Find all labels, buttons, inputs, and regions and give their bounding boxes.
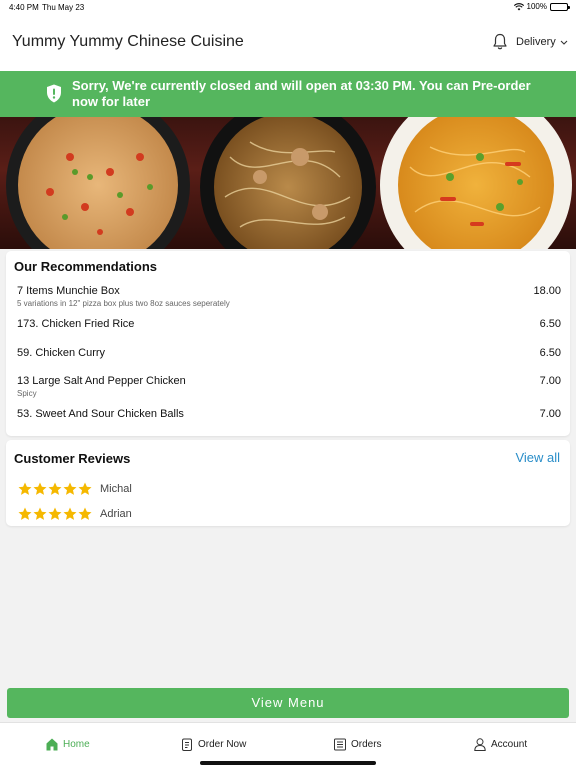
orders-list-icon [334, 738, 346, 751]
menu-item-desc: Spicy [17, 389, 37, 398]
star-rating [18, 507, 92, 521]
tab-order-now[interactable]: Order Now [181, 738, 246, 751]
status-date: Thu May 23 [42, 3, 85, 12]
menu-item-name: 13 Large Salt And Pepper Chicken [17, 375, 186, 387]
chevron-down-icon [560, 40, 568, 45]
star-icon [63, 507, 77, 520]
menu-item-price: 18.00 [533, 285, 561, 297]
view-menu-button[interactable]: View Menu [7, 688, 569, 718]
star-icon [18, 482, 32, 495]
star-icon [78, 507, 92, 520]
menu-item-name: 59. Chicken Curry [17, 347, 106, 359]
status-right: 100% [513, 2, 570, 11]
view-all-link[interactable]: View all [515, 450, 560, 465]
menu-item-name: 53. Sweet And Sour Chicken Balls [17, 408, 184, 420]
reviewer-name: Michal [100, 483, 132, 495]
hero-food-image [0, 117, 576, 249]
tab-orders-label: Orders [351, 739, 382, 750]
status-time: 4:40 PM [9, 3, 39, 12]
person-icon [474, 738, 486, 751]
reviewer-name: Adrian [100, 508, 132, 520]
menu-item-desc: 5 variations in 12" pizza box plus two 8… [17, 299, 230, 308]
tab-order-now-label: Order Now [198, 739, 247, 750]
menu-item-price: 7.00 [539, 375, 561, 387]
star-rating [18, 482, 92, 496]
closed-banner: Sorry, We're currently closed and will o… [0, 71, 576, 117]
delivery-label: Delivery [516, 36, 556, 48]
star-icon [78, 482, 92, 495]
star-icon [48, 507, 62, 520]
app-header: Yummy Yummy Chinese Cuisine Delivery [0, 14, 576, 71]
menu-item[interactable]: 59. Chicken Curry 6.50 [17, 347, 561, 359]
delivery-selector[interactable]: Delivery [516, 36, 568, 48]
bell-icon[interactable] [492, 33, 508, 51]
reviews-title: Customer Reviews [14, 451, 131, 466]
battery-percent: 100% [526, 2, 547, 11]
shield-exclamation-icon [47, 84, 61, 103]
star-icon [63, 482, 77, 495]
home-indicator [200, 761, 376, 765]
recommendations-card: Our Recommendations 7 Items Munchie Box … [6, 251, 570, 436]
tab-account[interactable]: Account [474, 738, 527, 751]
order-icon [182, 738, 192, 751]
menu-item-name: 7 Items Munchie Box [17, 285, 120, 297]
star-icon [33, 507, 47, 520]
menu-item[interactable]: 173. Chicken Fried Rice 6.50 [17, 318, 561, 330]
star-icon [48, 482, 62, 495]
tab-orders[interactable]: Orders [334, 738, 382, 751]
review-item: Michal [18, 482, 132, 496]
battery-icon [550, 2, 570, 11]
wifi-icon [513, 2, 524, 10]
star-icon [18, 507, 32, 520]
star-icon [33, 482, 47, 495]
status-bar: 4:40 PM Thu May 23 100% [0, 0, 576, 14]
reviews-card: Customer Reviews View all Michal Adrian [6, 440, 570, 526]
menu-item[interactable]: 13 Large Salt And Pepper Chicken Spicy 7… [17, 375, 561, 398]
menu-item-price: 6.50 [539, 347, 561, 359]
menu-item[interactable]: 7 Items Munchie Box 5 variations in 12" … [17, 285, 561, 308]
menu-item[interactable]: 53. Sweet And Sour Chicken Balls 7.00 [17, 408, 561, 420]
bottom-tab-bar: Home Order Now Orders Account [0, 722, 576, 768]
home-icon [46, 738, 58, 751]
closed-message: Sorry, We're currently closed and will o… [72, 78, 531, 109]
menu-item-price: 6.50 [539, 318, 561, 330]
recommendations-title: Our Recommendations [14, 259, 158, 274]
menu-item-price: 7.00 [539, 408, 561, 420]
tab-account-label: Account [491, 739, 528, 750]
restaurant-title: Yummy Yummy Chinese Cuisine [12, 33, 244, 50]
review-item: Adrian [18, 507, 132, 521]
menu-item-name: 173. Chicken Fried Rice [17, 318, 135, 330]
tab-home-label: Home [63, 739, 90, 750]
tab-home[interactable]: Home [46, 738, 90, 751]
